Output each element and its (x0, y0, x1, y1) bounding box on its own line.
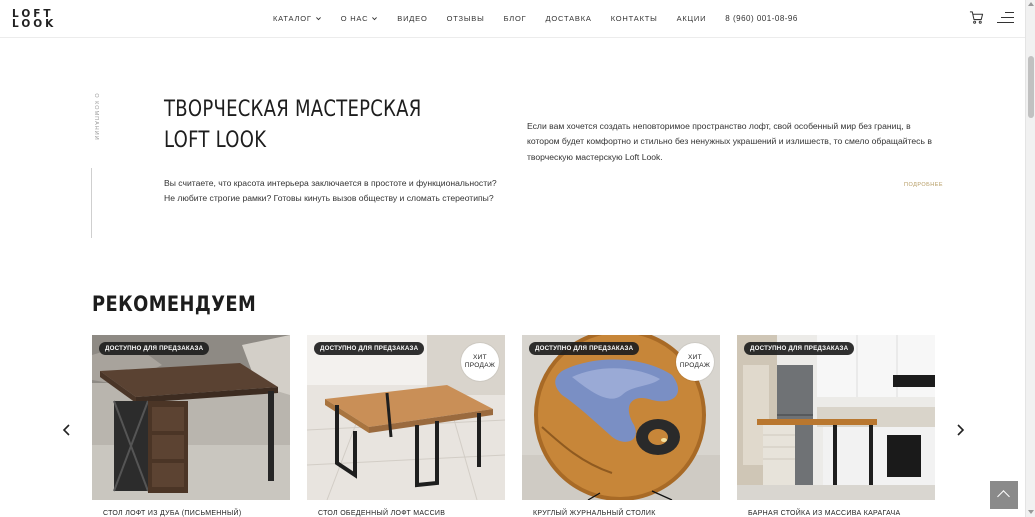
nav-item-label: ДОСТАВКА (545, 14, 592, 23)
about-title: ТВОРЧЕСКАЯ МАСТЕРСКАЯ LOFT LOOK (164, 94, 422, 156)
bestseller-line-2: ПРОДАЖ (679, 362, 711, 369)
product-photo (92, 335, 290, 500)
logo[interactable]: LOFT LOOK (12, 9, 57, 30)
nav-item-catalog[interactable]: КАТАЛОГ (273, 14, 322, 23)
nav-item-label: АКЦИИ (676, 14, 707, 23)
product-name[interactable]: КРУГЛЫЙ ЖУРНАЛЬНЫЙ СТОЛИК (533, 510, 656, 517)
nav-item-delivery[interactable]: ДОСТАВКА (546, 14, 592, 23)
section-side-label: О КОМПАНИИ (91, 93, 101, 141)
bestseller-line-1: ХИТ (473, 354, 487, 361)
burger-menu-icon[interactable] (997, 11, 1014, 24)
nav-item-label: БЛОГ (503, 14, 527, 23)
bestseller-line-2: ПРОДАЖ (464, 362, 496, 369)
logo-line-2: LOOK (12, 18, 57, 30)
cart-icon[interactable] (969, 10, 984, 25)
product-name[interactable]: СТОЛ ЛОФТ ИЗ ДУБА (ПИСЬМЕННЫЙ) (103, 510, 241, 517)
nav-item-label: ВИДЕО (397, 14, 428, 23)
carousel-next-icon[interactable] (952, 422, 968, 438)
scroll-up-arrow-icon[interactable] (1028, 2, 1034, 6)
nav-item-label: О НАС (340, 14, 369, 23)
nav-item-label: КОНТАКТЫ (610, 14, 658, 23)
preorder-badge: ДОСТУПНО ДЛЯ ПРЕДЗАКАЗА (744, 342, 855, 355)
about-title-line-2: LOFT LOOK (164, 128, 267, 153)
preorder-badge: ДОСТУПНО ДЛЯ ПРЕДЗАКАЗА (314, 342, 425, 355)
more-link[interactable]: ПОДРОБНЕЕ (904, 182, 943, 188)
divider (91, 168, 92, 238)
nav-item-promotions[interactable]: АКЦИИ (677, 14, 707, 23)
bestseller-line-1: ХИТ (688, 354, 702, 361)
product-name[interactable]: СТОЛ ОБЕДЕННЫЙ ЛОФТ МАССИВ (318, 510, 445, 517)
chevron-down-icon (315, 17, 321, 21)
about-description: Если вам хочется создать неповторимое пр… (527, 121, 932, 162)
recommend-title: РЕКОМЕНДУЕМ (92, 292, 257, 316)
product-card[interactable]: ДОСТУПНО ДЛЯ ПРЕДЗАКАЗА ХИТ ПРОДАЖ СТОЛ … (307, 335, 505, 517)
product-photo (737, 335, 935, 500)
product-card[interactable]: ДОСТУПНО ДЛЯ ПРЕДЗАКАЗА БАРНАЯ СТОЙКА ИЗ… (737, 335, 935, 517)
product-card[interactable]: ДОСТУПНО ДЛЯ ПРЕДЗАКАЗА ХИТ ПРОДАЖ КРУГЛ… (522, 335, 720, 517)
carousel-prev-icon[interactable] (59, 422, 75, 438)
phone-link[interactable]: 8 (960) 001-08-96 (725, 14, 798, 23)
nav-item-contacts[interactable]: КОНТАКТЫ (611, 14, 658, 23)
preorder-badge: ДОСТУПНО ДЛЯ ПРЕДЗАКАЗА (99, 342, 210, 355)
nav-item-blog[interactable]: БЛОГ (504, 14, 527, 23)
main-nav: КАТАЛОГ О НАС ВИДЕО ОТЗЫВЫ БЛОГ ДОСТАВКА… (273, 14, 798, 23)
scroll-down-arrow-icon[interactable] (1028, 510, 1034, 514)
nav-item-video[interactable]: ВИДЕО (397, 14, 427, 23)
bestseller-badge: ХИТ ПРОДАЖ (676, 343, 714, 381)
product-name[interactable]: БАРНАЯ СТОЙКА ИЗ МАССИВА КАРАГАЧА (748, 510, 901, 517)
nav-item-label: ОТЗЫВЫ (446, 14, 485, 23)
preorder-badge: ДОСТУПНО ДЛЯ ПРЕДЗАКАЗА (529, 342, 640, 355)
chevron-down-icon (372, 17, 378, 21)
about-intro-text: Вы считаете, что красота интерьера заклю… (164, 178, 497, 204)
page-scrollbar[interactable] (1025, 0, 1035, 517)
nav-item-label: КАТАЛОГ (273, 14, 312, 23)
about-title-line-1: ТВОРЧЕСКАЯ МАСТЕРСКАЯ (164, 97, 422, 122)
side-label-text: О КОМПАНИИ (93, 93, 99, 141)
scroll-to-top-button[interactable] (990, 481, 1018, 509)
product-card[interactable]: ДОСТУПНО ДЛЯ ПРЕДЗАКАЗА СТОЛ ЛОФТ ИЗ ДУБ… (92, 335, 290, 517)
scroll-thumb[interactable] (1028, 56, 1034, 118)
bestseller-badge: ХИТ ПРОДАЖ (461, 343, 499, 381)
nav-item-about[interactable]: О НАС (341, 14, 379, 23)
nav-item-reviews[interactable]: ОТЗЫВЫ (447, 14, 485, 23)
site-header: LOFT LOOK КАТАЛОГ О НАС ВИДЕО ОТЗЫВЫ БЛО… (0, 0, 1025, 38)
